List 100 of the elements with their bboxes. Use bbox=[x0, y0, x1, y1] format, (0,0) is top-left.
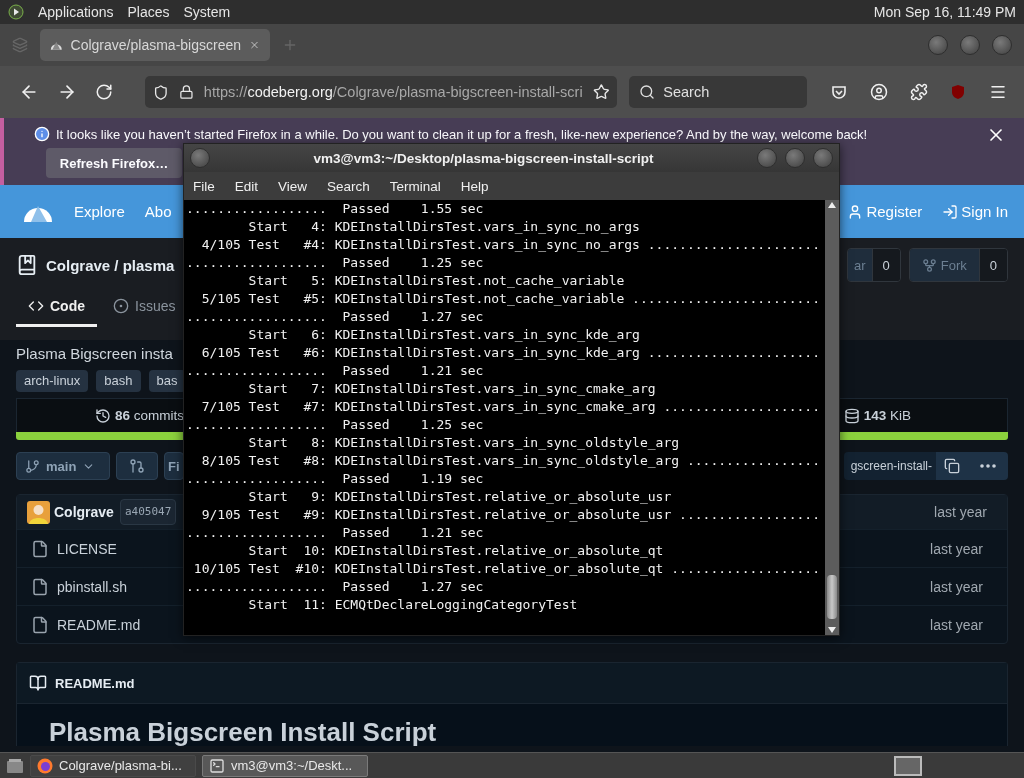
notification-text: It looks like you haven’t started Firefox in a while. Do you want to clean it up for a fresh, like-new experience? And by the way, welcome back! bbox=[56, 126, 868, 142]
repo-description: Plasma Bigscreen insta bbox=[16, 344, 173, 364]
repo-tab[interactable]: Code bbox=[16, 298, 97, 327]
panel-menu[interactable]: Applications bbox=[38, 4, 114, 20]
file-icon bbox=[31, 539, 49, 558]
file-time: last year bbox=[930, 578, 983, 595]
menu-item[interactable]: Edit bbox=[234, 178, 259, 194]
file-time: last year bbox=[930, 540, 983, 557]
more-button[interactable] bbox=[968, 452, 1008, 480]
window-button[interactable] bbox=[928, 35, 948, 55]
window-button[interactable] bbox=[992, 35, 1012, 55]
avatar-icon bbox=[27, 500, 50, 524]
scrollbar-thumb[interactable] bbox=[827, 575, 837, 619]
scrollbar[interactable] bbox=[825, 200, 839, 635]
show-desktop-icon bbox=[6, 757, 24, 774]
window-button[interactable] bbox=[813, 148, 833, 168]
panel-menu[interactable]: Places bbox=[127, 4, 170, 20]
terminal-line: Start 5: KDEInstallDirsTest.not_cache_variable bbox=[247, 272, 626, 290]
terminal-line: 7/105 Test #7: KDEInstallDirsTest.vars_in_sync_cmake_arg .................... bbox=[200, 398, 821, 416]
repo-title[interactable]: Colgrave / plasma bbox=[46, 256, 175, 274]
menu-item[interactable]: Search bbox=[327, 178, 370, 194]
database-icon bbox=[843, 407, 860, 424]
puzzle-icon bbox=[909, 83, 928, 101]
star-count: 0 bbox=[871, 249, 900, 281]
browser-tab[interactable]: Colgrave/plasma-bigscreen bbox=[40, 29, 270, 61]
topic-tag[interactable]: bash bbox=[96, 370, 141, 392]
tab-list-icon bbox=[12, 37, 28, 53]
commit-time: last year bbox=[934, 504, 987, 520]
file-name[interactable]: pbinstall.sh bbox=[57, 578, 128, 595]
copy-button[interactable] bbox=[936, 452, 968, 480]
commit-sha[interactable]: a405047 bbox=[119, 499, 177, 525]
terminal-line: Start 9: KDEInstallDirsTest.relative_or_absolute_usr bbox=[247, 488, 673, 506]
repo-tab[interactable]: Issues bbox=[101, 298, 188, 327]
issue-icon bbox=[113, 298, 129, 314]
browser-logo-icon bbox=[37, 757, 53, 774]
menu-item[interactable]: File bbox=[193, 178, 215, 194]
window-button[interactable] bbox=[960, 35, 980, 55]
terminal-line: .................. Passed 1.25 sec bbox=[186, 416, 485, 434]
pull-request-button[interactable] bbox=[116, 452, 158, 480]
clone-url-field[interactable]: gscreen-install- bbox=[844, 452, 936, 480]
terminal-line: .................. Passed 1.25 sec bbox=[186, 254, 485, 272]
taskbar-task[interactable]: Colgrave/plasma-bi... bbox=[30, 754, 196, 777]
commit-author[interactable]: Colgrave bbox=[54, 504, 114, 520]
address-bar[interactable]: https://codeberg.org/Colgrave/plasma-bigscreen-install-scri bbox=[145, 76, 618, 108]
topic-tag[interactable]: bas bbox=[148, 370, 186, 392]
branch-dropdown[interactable]: main bbox=[16, 452, 110, 480]
book-icon bbox=[29, 674, 47, 692]
app-menu-icon bbox=[8, 4, 24, 20]
commits-link[interactable]: 86 commits bbox=[95, 407, 185, 424]
search-icon bbox=[639, 84, 656, 100]
shield-icon bbox=[153, 83, 170, 101]
terminal-line: Start 4: KDEInstallDirsTest.vars_in_sync_no_args bbox=[247, 218, 641, 236]
more-icon bbox=[980, 464, 996, 468]
workspace-switcher[interactable] bbox=[894, 755, 922, 776]
lock-icon bbox=[179, 84, 194, 100]
menu-item[interactable]: Terminal bbox=[389, 178, 441, 194]
new-tab-icon bbox=[282, 37, 298, 53]
taskbar-task[interactable]: vm3@vm3:~/Deskt... bbox=[202, 754, 368, 777]
menu-item[interactable]: View bbox=[278, 178, 308, 194]
fork-count: 0 bbox=[978, 249, 1007, 281]
terminal-line: .................. Passed 1.55 sec bbox=[186, 200, 485, 218]
extension-shield-icon bbox=[950, 84, 967, 100]
terminal-line: 10/105 Test #10: KDEInstallDirsTest.relative_or_absolute_qt ................... bbox=[192, 560, 821, 578]
file-name[interactable]: README.md bbox=[57, 616, 141, 633]
panel-clock: Mon Sep 16, 11:49 PM bbox=[873, 4, 1016, 20]
window-menu-button[interactable] bbox=[190, 148, 210, 168]
terminal-line: Start 11: ECMQtDeclareLoggingCategoryTest bbox=[247, 596, 579, 614]
menu-item[interactable]: Help bbox=[460, 178, 489, 194]
terminal-line: Start 6: KDEInstallDirsTest.vars_in_sync_kde_arg bbox=[247, 326, 641, 344]
window-button[interactable] bbox=[785, 148, 805, 168]
info-icon bbox=[34, 126, 50, 142]
refresh-button[interactable]: Refresh Firefox… bbox=[46, 148, 182, 178]
terminal-line: 4/105 Test #4: KDEInstallDirsTest.vars_in_sync_no_args ...................... bbox=[200, 236, 821, 254]
repo-icon bbox=[16, 254, 38, 276]
search-field[interactable]: Search bbox=[629, 76, 808, 108]
terminal-line: .................. Passed 1.19 sec bbox=[186, 470, 485, 488]
file-name[interactable]: LICENSE bbox=[57, 540, 117, 557]
scroll-down-icon[interactable] bbox=[828, 627, 836, 633]
terminal-line: Start 10: KDEInstallDirsTest.relative_or_absolute_qt bbox=[247, 542, 665, 560]
menu-icon bbox=[989, 83, 1008, 101]
file-icon bbox=[31, 577, 49, 596]
terminal-line: 5/105 Test #5: KDEInstallDirsTest.not_cache_variable ........................ bbox=[200, 290, 821, 308]
bookmark-star-icon bbox=[592, 83, 610, 101]
terminal-line: .................. Passed 1.21 sec bbox=[186, 362, 485, 380]
file-icon bbox=[31, 615, 49, 634]
scroll-up-icon[interactable] bbox=[828, 202, 836, 208]
sign-in-icon bbox=[942, 203, 959, 220]
window-button[interactable] bbox=[757, 148, 777, 168]
readme-title: README.md bbox=[55, 675, 135, 691]
filter-button[interactable]: Fi bbox=[164, 452, 184, 480]
topic-tag[interactable]: arch-linux bbox=[16, 370, 89, 392]
terminal-line: .................. Passed 1.21 sec bbox=[186, 524, 485, 542]
panel-menu[interactable]: System bbox=[183, 4, 231, 20]
reload-icon bbox=[95, 83, 114, 101]
readme-heading: Plasma Bigscreen Install Script bbox=[49, 718, 438, 746]
terminal-icon bbox=[209, 757, 225, 774]
copy-icon bbox=[944, 458, 960, 474]
terminal-line: Start 8: KDEInstallDirsTest.vars_in_sync_oldstyle_arg bbox=[247, 434, 681, 452]
branch-icon bbox=[25, 458, 40, 474]
code-icon bbox=[28, 298, 44, 314]
